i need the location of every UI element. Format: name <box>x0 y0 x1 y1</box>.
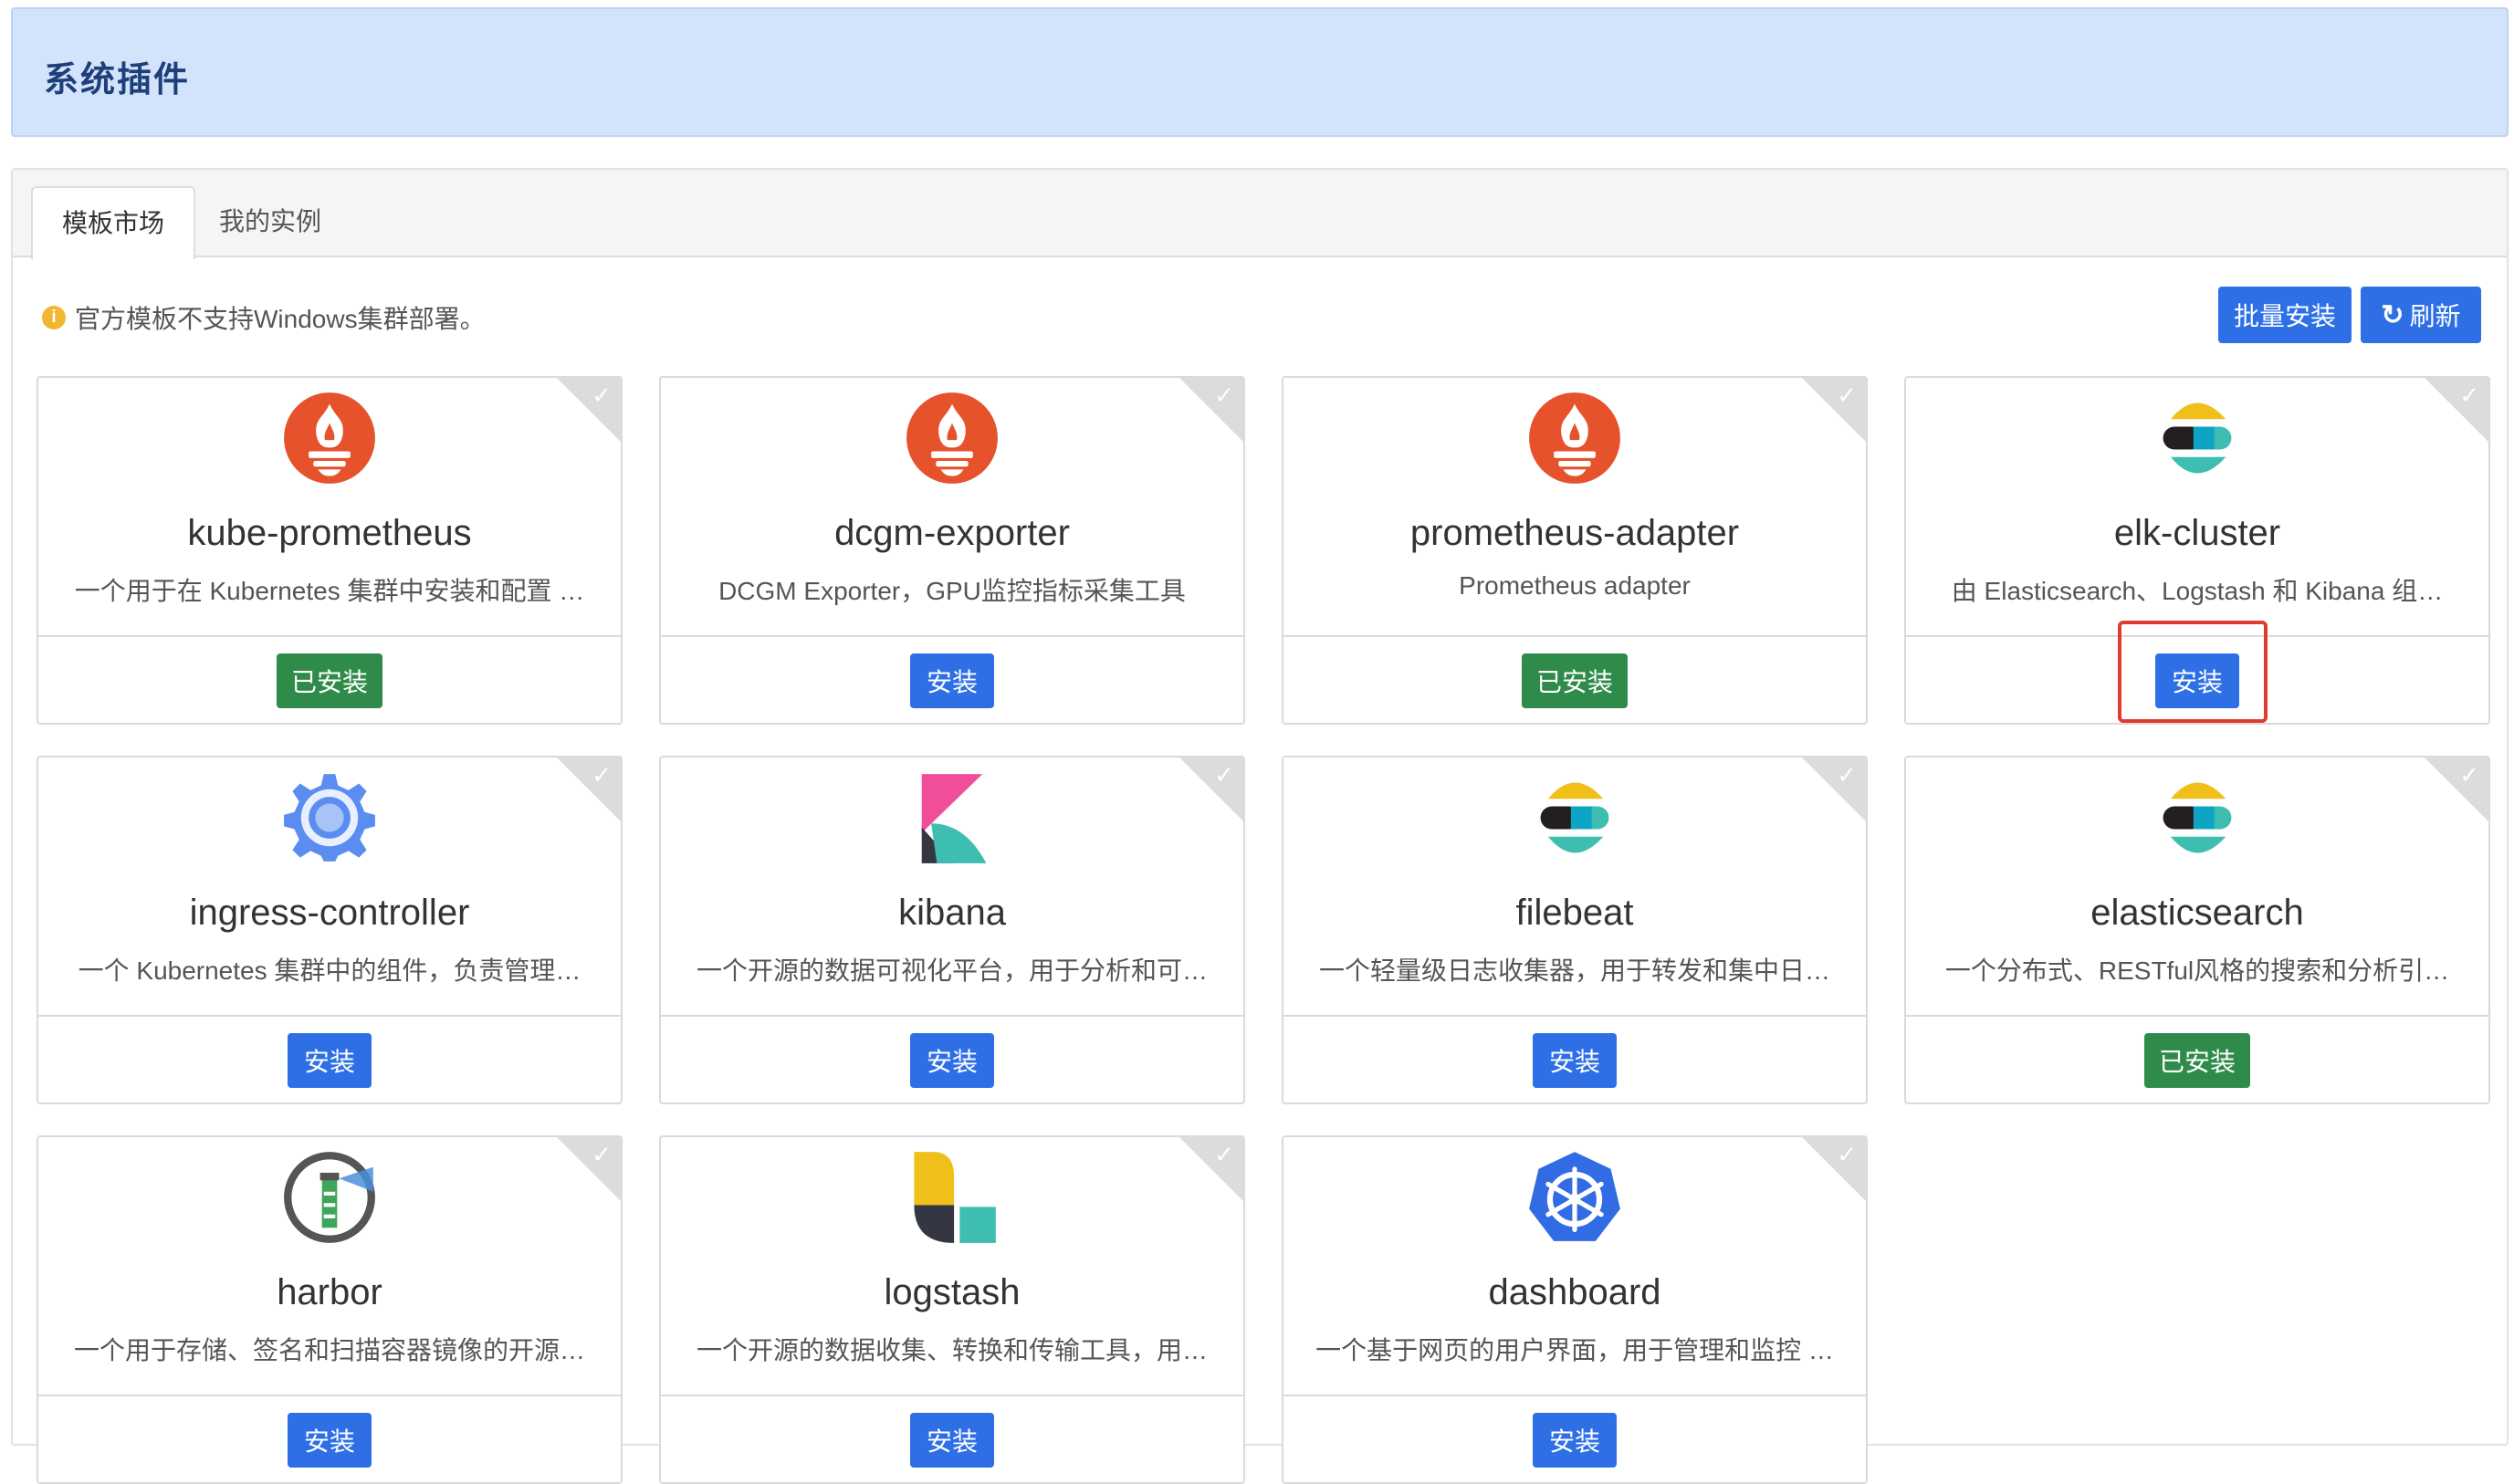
plugin-card-elasticsearch[interactable]: ✓ elasticsearch 一个分布式、RESTful风格的搜索和分析引… 已安装 <box>1904 756 2490 1104</box>
prometheus-icon <box>1527 391 1622 486</box>
check-icon: ✓ <box>1837 761 1857 789</box>
plugin-card-logstash[interactable]: ✓ logstash 一个开源的数据收集、转换和传输工具，用… 安装 <box>659 1135 1245 1484</box>
plugin-name: filebeat <box>1515 893 1634 933</box>
install-button[interactable]: 安装 <box>910 1033 994 1088</box>
install-button[interactable]: 安装 <box>910 1413 994 1468</box>
plugin-name: kibana <box>898 893 1006 933</box>
plugin-description: 一个开源的数据可视化平台，用于分析和可… <box>696 956 1208 985</box>
kibana-icon <box>905 770 1000 865</box>
plugin-card-filebeat[interactable]: ✓ filebeat 一个轻量级日志收集器，用于转发和集中日… 安装 <box>1282 756 1868 1104</box>
notice-text: 官方模板不支持Windows集群部署。 <box>75 305 486 333</box>
install-button[interactable]: 安装 <box>1533 1413 1617 1468</box>
plugin-card-dcgm-exporter[interactable]: ✓ dcgm-exporter DCGM Exporter，GPU监控指标采集工具安… <box>659 376 1245 725</box>
plugin-description: 由 Elasticsearch、Logstash 和 Kibana 组… <box>1951 577 2444 605</box>
refresh-icon: ↻ <box>2381 299 2404 330</box>
plugin-description: 一个基于网页的用户界面，用于管理和监控 … <box>1315 1336 1834 1364</box>
card-footer: 安装 <box>1283 1395 1866 1482</box>
card-footer: 已安装 <box>1906 1015 2488 1103</box>
card-footer: 安装 <box>661 1395 1243 1482</box>
plugin-description: 一个用于存储、签名和扫描容器镜像的开源… <box>73 1336 585 1364</box>
plugin-name: logstash <box>884 1272 1021 1312</box>
page-title: 系统插件 <box>44 61 191 99</box>
installed-button[interactable]: 已安装 <box>1521 653 1629 708</box>
check-icon: ✓ <box>1837 1141 1857 1168</box>
check-icon: ✓ <box>1837 381 1857 409</box>
notice: i 官方模板不支持Windows集群部署。 <box>42 299 486 336</box>
plugin-description: 一个分布式、RESTful风格的搜索和分析引… <box>1944 956 2450 985</box>
refresh-button[interactable]: ↻ 刷新 <box>2361 287 2481 343</box>
check-icon: ✓ <box>592 1141 612 1168</box>
plugin-card-prometheus-adapter[interactable]: ✓ prometheus-adapter Prometheus adapter 已安装 <box>1282 376 1868 725</box>
plugin-name: dcgm-exporter <box>834 513 1070 553</box>
prometheus-icon <box>905 391 1000 486</box>
plugin-description: 一个 Kubernetes 集群中的组件，负责管理… <box>78 956 581 985</box>
card-footer: 已安装 <box>38 635 621 723</box>
card-footer: 安装 <box>661 635 1243 723</box>
plugin-name: elk-cluster <box>2113 513 2281 553</box>
plugin-description: Prometheus adapter <box>1459 571 1691 600</box>
plugin-name: elasticsearch <box>2090 893 2304 933</box>
card-footer: 安装 <box>661 1015 1243 1103</box>
plugin-card-kibana[interactable]: ✓ kibana 一个开源的数据可视化平台，用于分析和可… 安装 <box>659 756 1245 1104</box>
info-icon: i <box>42 306 66 329</box>
elastic-icon <box>2150 391 2245 486</box>
check-icon: ✓ <box>1214 381 1234 409</box>
plugin-card-dashboard[interactable]: ✓ dashboard 一个基于网页的用户界面，用于管理和监控 … 安装 <box>1282 1135 1868 1484</box>
harbor-icon <box>282 1150 377 1245</box>
plugin-description: 一个开源的数据收集、转换和传输工具，用… <box>696 1336 1208 1364</box>
page-header: 系统插件 <box>11 7 2509 137</box>
plugin-name: ingress-controller <box>189 893 470 933</box>
highlight-box <box>2118 621 2268 723</box>
check-icon: ✓ <box>1214 1141 1234 1168</box>
plugin-description: 一个用于在 Kubernetes 集群中安装和配置 … <box>74 577 585 605</box>
install-button[interactable]: 安装 <box>1533 1033 1617 1088</box>
check-icon: ✓ <box>2459 761 2479 789</box>
prometheus-icon <box>282 391 377 486</box>
check-icon: ✓ <box>2459 381 2479 409</box>
plugin-card-kube-prometheus[interactable]: ✓ kube-prometheus 一个用于在 Kubernetes 集群中安装和配… <box>37 376 623 725</box>
tab-template-market[interactable]: 模板市场 <box>31 186 196 259</box>
check-icon: ✓ <box>1214 761 1234 789</box>
card-footer: 安装 <box>38 1395 621 1482</box>
tab-bar: 模板市场 我的实例 <box>13 170 2507 259</box>
logstash-icon <box>905 1150 1000 1245</box>
kubernetes-icon <box>1527 1150 1622 1245</box>
install-button[interactable]: 安装 <box>910 653 994 708</box>
plugin-card-harbor[interactable]: ✓ harbor 一个用于存储、签名和扫描容器镜像的开源… 安装 <box>37 1135 623 1484</box>
plugin-name: prometheus-adapter <box>1409 513 1740 553</box>
card-footer: 安装 <box>38 1015 621 1103</box>
card-footer: 安装 <box>1283 1015 1866 1103</box>
plugin-card-ingress-controller[interactable]: ✓ ingress-controller 一个 Kubernetes 集群中的组件，… <box>37 756 623 1104</box>
card-footer: 已安装 <box>1283 635 1866 723</box>
plugin-description: DCGM Exporter，GPU监控指标采集工具 <box>718 577 1186 605</box>
install-button[interactable]: 安装 <box>288 1033 372 1088</box>
installed-button[interactable]: 已安装 <box>2143 1033 2251 1088</box>
check-icon: ✓ <box>592 761 612 789</box>
gear-icon <box>282 770 377 865</box>
elastic-icon <box>2150 770 2245 865</box>
install-button[interactable]: 安装 <box>288 1413 372 1468</box>
refresh-label: 刷新 <box>2409 302 2461 330</box>
plugin-name: dashboard <box>1488 1272 1661 1312</box>
plugin-name: harbor <box>277 1272 382 1312</box>
tab-my-instances[interactable]: 我的实例 <box>190 186 351 259</box>
elastic-icon <box>1527 770 1622 865</box>
batch-install-button[interactable]: 批量安装 <box>2218 287 2352 343</box>
check-icon: ✓ <box>592 381 612 409</box>
plugin-name: kube-prometheus <box>187 513 472 553</box>
installed-button[interactable]: 已安装 <box>276 653 383 708</box>
plugin-description: 一个轻量级日志收集器，用于转发和集中日… <box>1318 956 1830 985</box>
